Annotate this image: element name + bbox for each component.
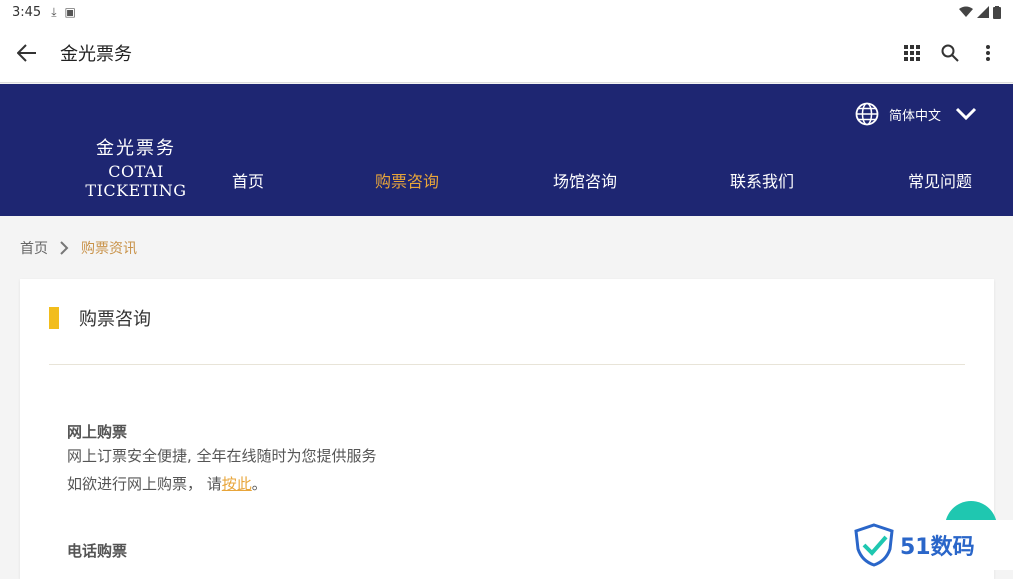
back-button[interactable]	[0, 24, 54, 83]
nav-contact-us[interactable]: 联系我们	[730, 168, 794, 192]
status-bar: 3:45 ⤓ ▣	[0, 0, 1013, 24]
shield-check-icon	[854, 523, 894, 567]
chevron-down-icon	[955, 107, 977, 121]
divider	[49, 364, 965, 365]
search-icon	[941, 44, 959, 62]
link-suffix: 。	[251, 475, 267, 493]
link-prefix: 如欲进行网上购票， 请	[67, 475, 222, 493]
logo-en: COTAI TICKETING	[85, 162, 187, 200]
more-vert-icon	[986, 45, 990, 61]
click-here-link[interactable]: 按此	[222, 475, 252, 493]
title-accent-bar	[49, 307, 59, 329]
breadcrumb: 首页 购票资讯	[20, 238, 137, 258]
download-icon: ⤓	[51, 4, 57, 19]
app-title: 金光票务	[60, 44, 132, 65]
site-logo[interactable]: 金光票务 COTAI TICKETING	[58, 134, 214, 200]
arrow-left-icon	[17, 44, 36, 62]
nav-venue-info[interactable]: 场馆咨询	[553, 168, 617, 192]
section-heading: 电话购票	[67, 542, 128, 560]
chevron-right-icon	[60, 241, 69, 255]
search-button[interactable]	[931, 33, 969, 73]
nav-home[interactable]: 首页	[232, 168, 264, 192]
language-selector[interactable]: 简体中文	[855, 102, 977, 126]
globe-icon	[855, 102, 879, 126]
section-heading: 网上购票	[67, 423, 128, 441]
section-text: 网上订票安全便捷, 全年在线随时为您提供服务	[67, 447, 377, 465]
breadcrumb-home[interactable]: 首页	[20, 238, 48, 258]
apps-button[interactable]	[893, 33, 931, 73]
battery-icon	[993, 5, 1001, 19]
photo-icon: ▣	[64, 5, 76, 19]
more-button[interactable]	[969, 33, 1007, 73]
breadcrumb-current: 购票资讯	[81, 241, 137, 257]
wifi-icon	[959, 6, 973, 17]
watermark-text: 51数码	[900, 535, 975, 560]
app-bar: 金光票务	[0, 24, 1013, 83]
nav-ticket-info[interactable]: 购票咨询	[375, 168, 439, 192]
language-label: 简体中文	[888, 108, 941, 124]
card-title-row: 购票咨询	[49, 305, 151, 331]
card-title: 购票咨询	[79, 309, 151, 330]
grid-icon	[904, 45, 920, 61]
phone-purchase-section: 电话购票	[67, 540, 127, 561]
watermark: 51数码	[846, 520, 1013, 570]
signal-icon	[977, 6, 989, 18]
nav-faq[interactable]: 常见问题	[908, 168, 972, 192]
section-text-link-line: 如欲进行网上购票， 请按此。	[67, 470, 377, 498]
online-purchase-section: 网上购票 网上订票安全便捷, 全年在线随时为您提供服务 如欲进行网上购票， 请按…	[67, 421, 377, 498]
logo-cn: 金光票务	[96, 138, 176, 159]
site-header: 金光票务 COTAI TICKETING 简体中文 首页 购票咨询 场馆咨询 联…	[0, 84, 1013, 216]
status-time: 3:45	[12, 4, 42, 20]
